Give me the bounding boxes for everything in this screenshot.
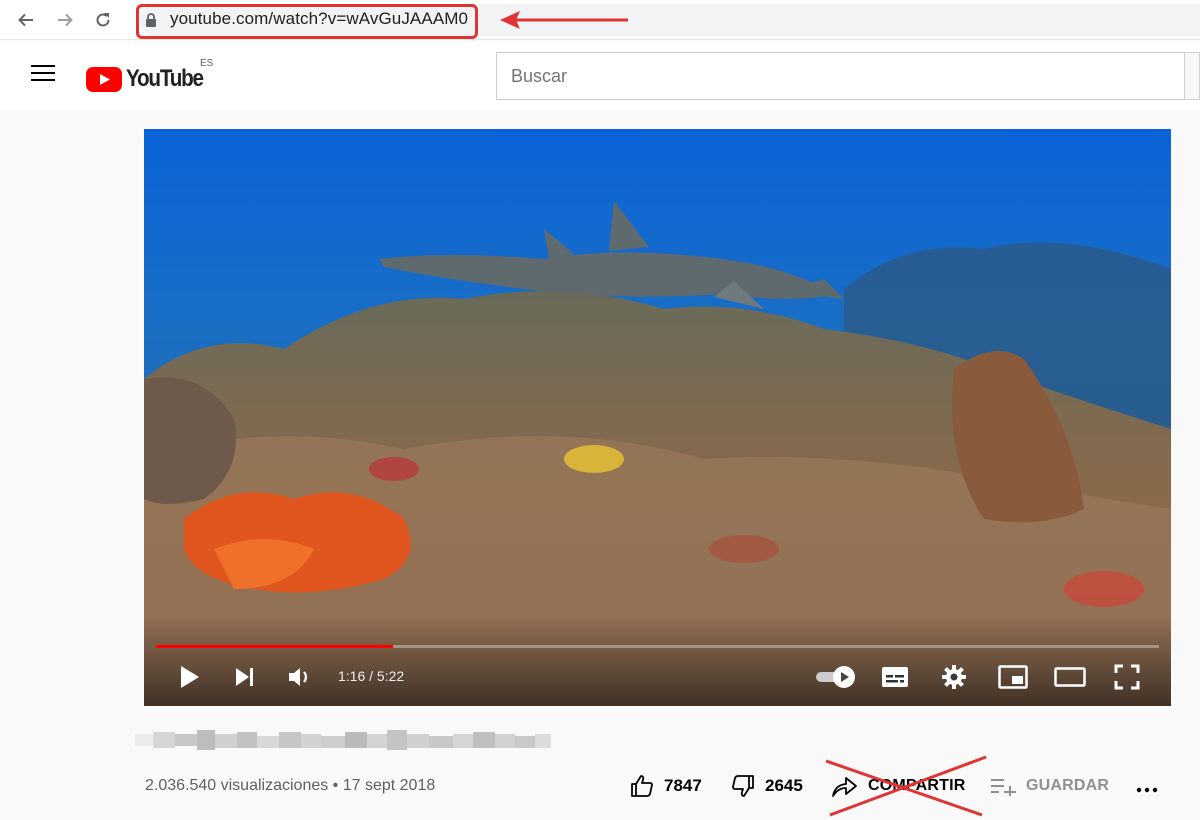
youtube-logo-text: YouTube bbox=[126, 65, 204, 92]
more-actions-button[interactable] bbox=[1136, 774, 1158, 804]
settings-button[interactable] bbox=[938, 661, 970, 693]
progress-fill bbox=[156, 645, 393, 648]
theater-mode-icon bbox=[1054, 667, 1086, 687]
subtitles-button[interactable] bbox=[879, 661, 911, 693]
progress-bar[interactable] bbox=[156, 645, 1159, 648]
autoplay-toggle-icon bbox=[816, 666, 855, 688]
subtitles-icon bbox=[882, 667, 908, 687]
time-display: 1:16 / 5:22 bbox=[338, 668, 405, 684]
volume-icon bbox=[289, 668, 308, 686]
dislike-button[interactable]: 2645 bbox=[731, 774, 803, 798]
add-to-playlist-icon bbox=[991, 779, 1016, 796]
dislike-count: 2645 bbox=[765, 776, 803, 795]
strikethrough-cross-icon bbox=[825, 755, 987, 817]
arrow-right-icon bbox=[58, 13, 73, 27]
url-highlight-box bbox=[136, 4, 478, 39]
region-code: ES bbox=[200, 58, 214, 69]
video-title-redacted bbox=[135, 730, 551, 750]
more-horizontal-icon bbox=[1136, 787, 1158, 793]
save-label: GUARDAR bbox=[1026, 777, 1110, 794]
back-button[interactable] bbox=[12, 6, 40, 34]
search-button[interactable] bbox=[1185, 52, 1200, 100]
like-count: 7847 bbox=[664, 776, 702, 795]
play-icon bbox=[181, 666, 199, 688]
next-icon bbox=[236, 668, 253, 686]
annotation-arrow-icon bbox=[500, 11, 628, 29]
thumbs-up-icon bbox=[631, 775, 653, 797]
miniplayer-button[interactable] bbox=[996, 661, 1030, 693]
play-button[interactable] bbox=[174, 661, 206, 693]
next-button[interactable] bbox=[230, 661, 260, 693]
like-button[interactable]: 7847 bbox=[630, 774, 702, 798]
forward-button[interactable] bbox=[51, 6, 79, 34]
youtube-header: YouTube ES Buscar bbox=[0, 41, 1200, 109]
thumbs-down-icon bbox=[732, 775, 754, 797]
miniplayer-icon bbox=[998, 665, 1028, 689]
fullscreen-icon bbox=[1114, 664, 1140, 690]
youtube-logo[interactable]: YouTube bbox=[86, 65, 215, 93]
save-button[interactable]: GUARDAR bbox=[990, 776, 1109, 796]
search-box[interactable]: Buscar bbox=[496, 52, 1185, 100]
fullscreen-button[interactable] bbox=[1110, 661, 1144, 693]
video-stats: 2.036.540 visualizaciones • 17 sept 2018 bbox=[145, 777, 436, 794]
volume-button[interactable] bbox=[286, 661, 316, 693]
browser-toolbar: youtube.com/watch?v=wAvGuJAAAM0 bbox=[0, 0, 1200, 40]
autoplay-toggle[interactable] bbox=[814, 661, 858, 693]
gear-icon bbox=[942, 665, 966, 689]
reload-button[interactable] bbox=[89, 6, 117, 34]
theater-mode-button[interactable] bbox=[1052, 661, 1088, 693]
hamburger-menu-icon[interactable] bbox=[31, 65, 55, 85]
search-input[interactable]: Buscar bbox=[511, 66, 567, 87]
youtube-play-logo-icon bbox=[86, 66, 122, 92]
reload-icon bbox=[96, 13, 110, 27]
video-player[interactable]: 1:16 / 5:22 bbox=[144, 129, 1171, 706]
arrow-left-icon bbox=[18, 13, 33, 27]
